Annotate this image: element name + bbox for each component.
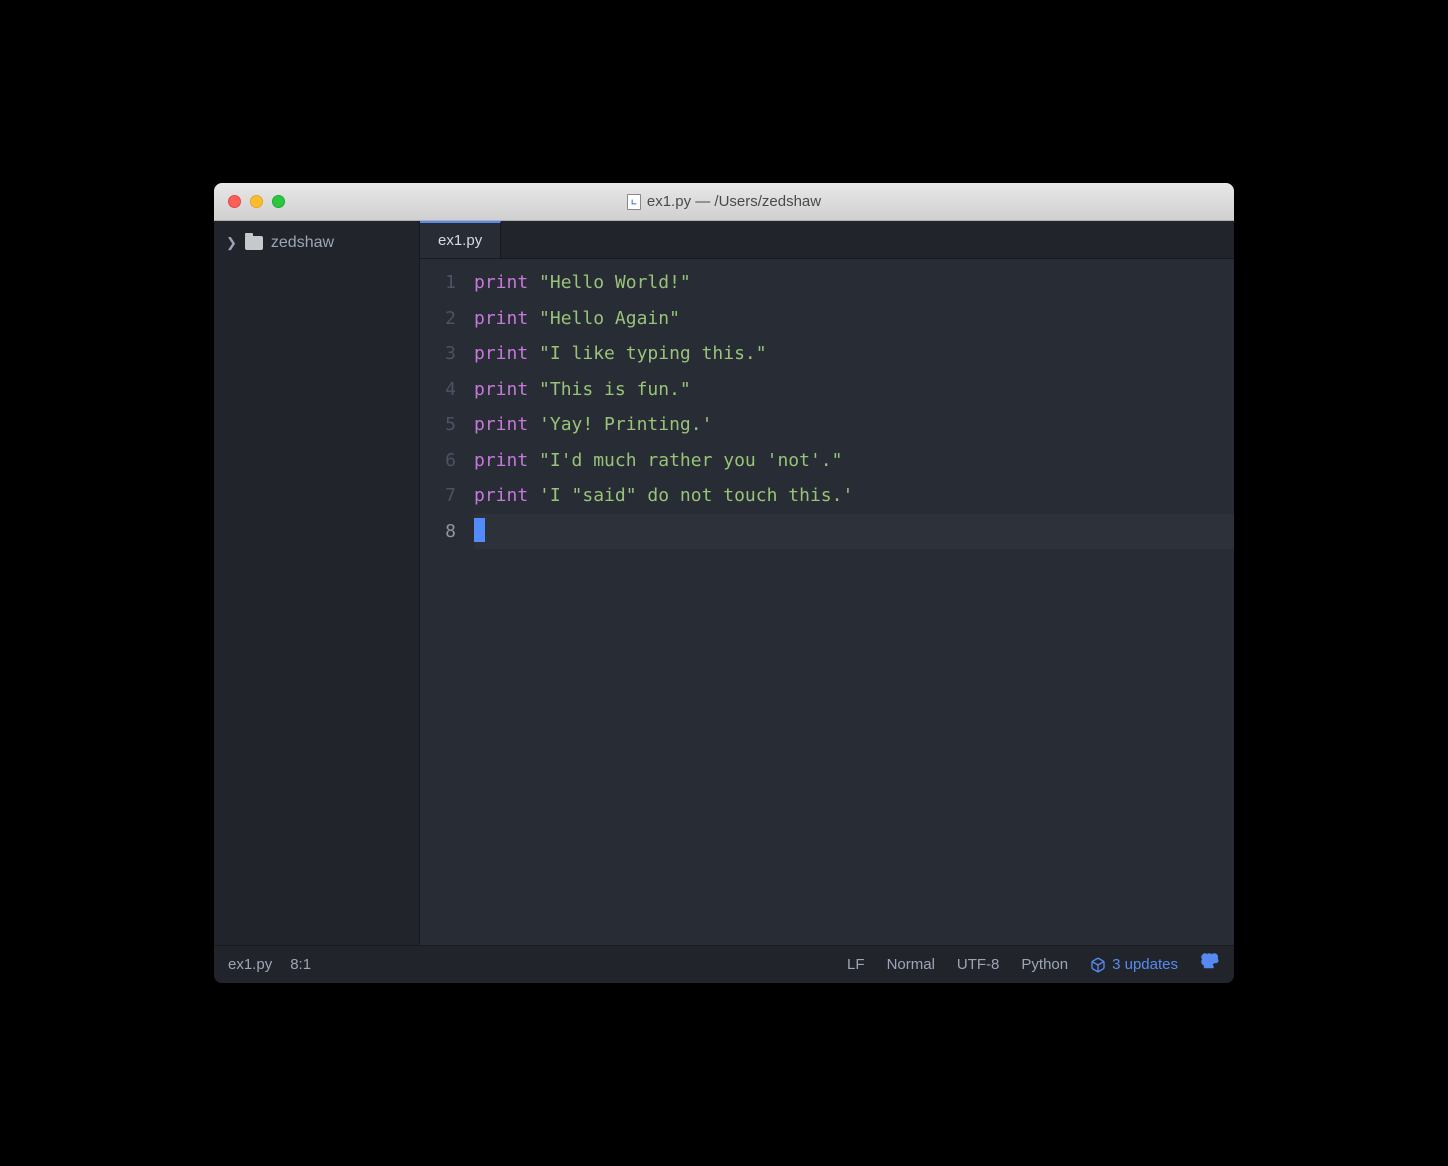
package-icon: [1090, 957, 1106, 973]
body-area: ❯ zedshaw ex1.py 12345678 print "Hello W…: [214, 221, 1234, 945]
folder-icon: [245, 236, 263, 250]
keyword: print: [474, 308, 528, 329]
line-number: 2: [420, 301, 456, 337]
gutter: 12345678: [420, 259, 474, 945]
status-filename[interactable]: ex1.py: [228, 956, 272, 973]
sidebar: ❯ zedshaw: [214, 221, 420, 945]
code-line[interactable]: print "I like typing this.": [474, 336, 1234, 372]
line-number: 7: [420, 478, 456, 514]
status-position[interactable]: 8:1: [290, 956, 311, 973]
tabs-bar: ex1.py: [420, 221, 1234, 259]
tab-label: ex1.py: [438, 232, 482, 249]
code-line[interactable]: print "Hello Again": [474, 301, 1234, 337]
line-number: 1: [420, 265, 456, 301]
code-line[interactable]: print "This is fun.": [474, 372, 1234, 408]
line-number: 6: [420, 443, 456, 479]
code-line[interactable]: print "Hello World!": [474, 265, 1234, 301]
traffic-lights: [214, 195, 285, 208]
line-number: 8: [420, 514, 456, 550]
line-number: 4: [420, 372, 456, 408]
keyword: print: [474, 343, 528, 364]
string-literal: "I'd much rather you 'not'.": [539, 450, 842, 471]
code-line[interactable]: [474, 514, 1234, 550]
string-literal: 'Yay! Printing.': [539, 414, 712, 435]
editor-window: ex1.py — /Users/zedshaw ❯ zedshaw ex1.py…: [214, 183, 1234, 983]
string-literal: "Hello Again": [539, 308, 680, 329]
string-literal: "Hello World!": [539, 272, 691, 293]
keyword: print: [474, 485, 528, 506]
editor-area[interactable]: 12345678 print "Hello World!"print "Hell…: [420, 259, 1234, 945]
status-encoding[interactable]: UTF-8: [957, 956, 1000, 973]
status-updates[interactable]: 3 updates: [1090, 956, 1178, 973]
maximize-button[interactable]: [272, 195, 285, 208]
cursor: [474, 518, 485, 542]
folder-label: zedshaw: [271, 234, 334, 252]
chevron-right-icon: ❯: [226, 235, 237, 251]
titlebar: ex1.py — /Users/zedshaw: [214, 183, 1234, 221]
string-literal: 'I "said" do not touch this.': [539, 485, 853, 506]
minimize-button[interactable]: [250, 195, 263, 208]
keyword: print: [474, 450, 528, 471]
file-icon: [627, 194, 641, 210]
code-line[interactable]: print 'Yay! Printing.': [474, 407, 1234, 443]
squirrel-icon[interactable]: [1200, 952, 1220, 977]
window-title: ex1.py — /Users/zedshaw: [214, 193, 1234, 210]
window-title-text: ex1.py — /Users/zedshaw: [647, 193, 821, 210]
string-literal: "I like typing this.": [539, 343, 767, 364]
status-mode[interactable]: Normal: [887, 956, 935, 973]
line-number: 5: [420, 407, 456, 443]
line-number: 3: [420, 336, 456, 372]
status-line-ending[interactable]: LF: [847, 956, 865, 973]
string-literal: "This is fun.": [539, 379, 691, 400]
keyword: print: [474, 272, 528, 293]
statusbar: ex1.py 8:1 LF Normal UTF-8 Python 3 upda…: [214, 945, 1234, 983]
status-updates-text: 3 updates: [1112, 956, 1178, 973]
tab-ex1[interactable]: ex1.py: [420, 221, 501, 258]
code-content[interactable]: print "Hello World!"print "Hello Again"p…: [474, 259, 1234, 945]
keyword: print: [474, 379, 528, 400]
tree-root-folder[interactable]: ❯ zedshaw: [214, 229, 419, 257]
status-language[interactable]: Python: [1021, 956, 1068, 973]
close-button[interactable]: [228, 195, 241, 208]
editor-column: ex1.py 12345678 print "Hello World!"prin…: [420, 221, 1234, 945]
code-line[interactable]: print 'I "said" do not touch this.': [474, 478, 1234, 514]
keyword: print: [474, 414, 528, 435]
code-line[interactable]: print "I'd much rather you 'not'.": [474, 443, 1234, 479]
